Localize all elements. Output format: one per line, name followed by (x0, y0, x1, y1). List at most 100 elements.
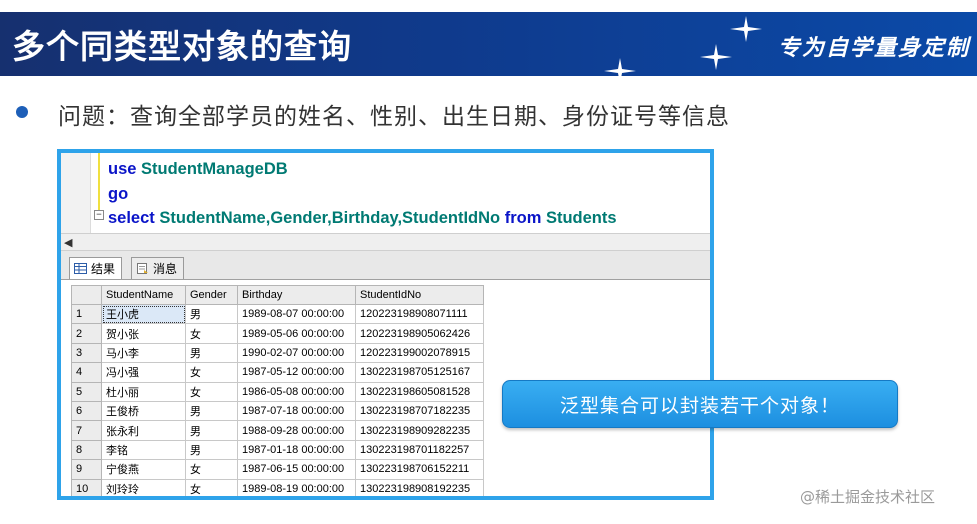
cell-birthday[interactable]: 1989-08-07 00:00:00 (237, 303, 356, 325)
cell-gender[interactable]: 男 (185, 303, 238, 325)
column-header[interactable]: Gender (185, 285, 238, 305)
results-tabbar: 结果 消息 (61, 251, 710, 279)
message-icon (137, 263, 148, 274)
column-header[interactable]: StudentIdNo (355, 285, 484, 305)
slide-title: 多个同类型对象的查询 (12, 27, 352, 66)
cell-gender[interactable]: 男 (185, 439, 238, 461)
cell-student-id[interactable]: 130223198909282235 (355, 420, 484, 441)
code-line-go: go (108, 185, 128, 204)
cell-student-name[interactable]: 刘玲玲 (101, 478, 186, 496)
row-number[interactable]: 9 (71, 459, 102, 480)
tab-messages[interactable]: 消息 (131, 257, 185, 279)
cell-gender[interactable]: 男 (185, 420, 238, 441)
query-editor[interactable]: use StudentManageDB go − select StudentN… (61, 153, 710, 233)
sql-query-screenshot: use StudentManageDB go − select StudentN… (57, 149, 714, 500)
table-row: 6 王俊桥 男 1987-07-18 00:00:00 130223198707… (71, 400, 484, 422)
table-row: 3 马小李 男 1990-02-07 00:00:00 120223199002… (71, 342, 484, 364)
tab-results[interactable]: 结果 (69, 257, 123, 279)
cell-student-id[interactable]: 130223198908192235 (355, 478, 484, 496)
row-number[interactable]: 5 (71, 381, 102, 402)
column-header[interactable]: StudentName (101, 285, 186, 305)
cell-student-name[interactable]: 贺小张 (101, 323, 186, 344)
cell-student-id[interactable]: 130223198705125167 (355, 362, 484, 383)
results-table: StudentName Gender Birthday StudentIdNo … (71, 285, 484, 496)
row-number[interactable]: 6 (71, 400, 102, 422)
cell-birthday[interactable]: 1987-06-15 00:00:00 (237, 459, 356, 480)
cell-birthday[interactable]: 1988-09-28 00:00:00 (237, 420, 356, 441)
cell-student-name[interactable]: 王小虎 (101, 303, 186, 325)
cell-student-name[interactable]: 王俊桥 (101, 400, 186, 422)
cell-birthday[interactable]: 1987-07-18 00:00:00 (237, 400, 356, 422)
grid-icon (74, 263, 87, 274)
cell-student-name[interactable]: 张永利 (101, 420, 186, 441)
cell-birthday[interactable]: 1990-02-07 00:00:00 (237, 342, 356, 364)
scroll-left-icon[interactable]: ◀ (64, 236, 72, 249)
cell-gender[interactable]: 男 (185, 342, 238, 364)
cell-birthday[interactable]: 1989-05-06 00:00:00 (237, 323, 356, 344)
header-row: StudentName Gender Birthday StudentIdNo (71, 285, 484, 305)
cell-gender[interactable]: 女 (185, 459, 238, 480)
brand-slogan: 专为自学量身定制 (778, 35, 971, 61)
cell-student-id[interactable]: 130223198707182235 (355, 400, 484, 422)
cell-birthday[interactable]: 1987-05-12 00:00:00 (237, 362, 356, 383)
sql-keyword: go (108, 185, 129, 203)
cell-student-name[interactable]: 李铭 (101, 439, 186, 461)
sql-identifier: Students (541, 209, 617, 227)
cell-gender[interactable]: 女 (185, 478, 238, 496)
sparkle-icon (730, 16, 762, 42)
table-row: 9 宁俊燕 女 1987-06-15 00:00:00 130223198706… (71, 459, 484, 480)
row-number[interactable]: 4 (71, 362, 102, 383)
table-row: 5 杜小丽 女 1986-05-08 00:00:00 130223198605… (71, 381, 484, 402)
cell-birthday[interactable]: 1989-08-19 00:00:00 (237, 478, 356, 496)
row-number[interactable]: 1 (71, 303, 102, 325)
cell-gender[interactable]: 男 (185, 400, 238, 422)
bullet-icon (16, 106, 28, 118)
cell-student-id[interactable]: 130223198701182257 (355, 439, 484, 461)
cell-birthday[interactable]: 1986-05-08 00:00:00 (237, 381, 356, 402)
row-number[interactable]: 3 (71, 342, 102, 364)
cell-student-id[interactable]: 130223198605081528 (355, 381, 484, 402)
cell-student-id[interactable]: 120223198905062426 (355, 323, 484, 344)
sparkle-icon (700, 44, 732, 70)
sql-identifier: StudentManageDB (136, 160, 288, 178)
row-number-header[interactable] (71, 285, 102, 305)
sql-keyword: select (108, 209, 155, 227)
table-row: 7 张永利 男 1988-09-28 00:00:00 130223198909… (71, 420, 484, 441)
horizontal-scrollbar[interactable]: ◀ (61, 233, 710, 251)
cell-student-name[interactable]: 宁俊燕 (101, 459, 186, 480)
code-line-use: use StudentManageDB (108, 160, 288, 179)
cell-birthday[interactable]: 1987-01-18 00:00:00 (237, 439, 356, 461)
table-row: 8 李铭 男 1987-01-18 00:00:00 1302231987011… (71, 439, 484, 461)
row-number[interactable]: 2 (71, 323, 102, 344)
cell-student-name[interactable]: 冯小强 (101, 362, 186, 383)
tab-results-label: 结果 (91, 262, 116, 276)
table-row: 1 王小虎 男 1989-08-07 00:00:00 120223198908… (71, 303, 484, 325)
cell-student-name[interactable]: 杜小丽 (101, 381, 186, 402)
sql-keyword: from (504, 209, 542, 227)
table-row: 10 刘玲玲 女 1989-08-19 00:00:00 13022319890… (71, 478, 484, 496)
editor-gutter (61, 153, 91, 233)
sql-keyword: use (108, 160, 137, 178)
cell-gender[interactable]: 女 (185, 362, 238, 383)
cell-gender[interactable]: 女 (185, 323, 238, 344)
tab-messages-label: 消息 (153, 262, 178, 276)
change-margin (98, 153, 100, 215)
callout-box: 泛型集合可以封装若干个对象！ (502, 380, 898, 428)
title-banner: 多个同类型对象的查询 专为自学量身定制 (0, 12, 977, 84)
cell-student-name[interactable]: 马小李 (101, 342, 186, 364)
watermark: @稀土掘金技术社区 (800, 488, 936, 506)
question-text: 问题：查询全部学员的姓名、性别、出生日期、身份证号等信息 (58, 104, 730, 130)
column-header[interactable]: Birthday (237, 285, 356, 305)
code-line-select: select StudentName,Gender,Birthday,Stude… (108, 209, 617, 228)
cell-student-id[interactable]: 120223198908071111 (355, 303, 484, 325)
row-number[interactable]: 8 (71, 439, 102, 461)
table-row: 2 贺小张 女 1989-05-06 00:00:00 120223198905… (71, 323, 484, 344)
collapse-toggle-icon[interactable]: − (94, 210, 104, 220)
callout-text: 泛型集合可以封装若干个对象！ (559, 394, 840, 417)
row-number[interactable]: 10 (71, 478, 102, 496)
cell-student-id[interactable]: 130223198706152211 (355, 459, 484, 480)
cell-student-id[interactable]: 120223199002078915 (355, 342, 484, 364)
row-number[interactable]: 7 (71, 420, 102, 441)
sql-identifier: StudentName,Gender,Birthday,StudentIdNo (154, 209, 505, 227)
cell-gender[interactable]: 女 (185, 381, 238, 402)
